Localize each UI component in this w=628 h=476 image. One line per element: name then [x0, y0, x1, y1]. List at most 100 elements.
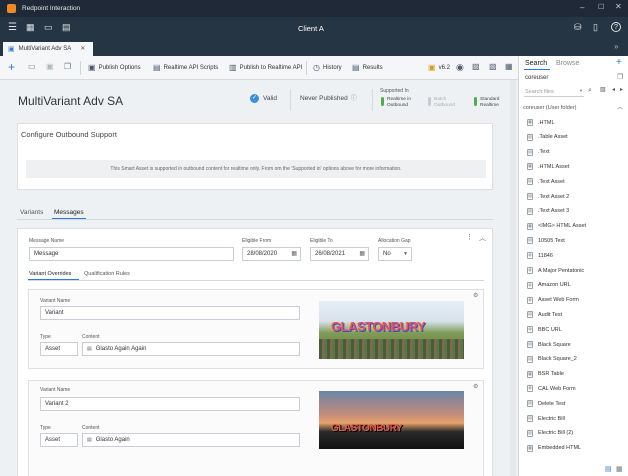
file-list-item[interactable]: ▤ .Text Asset [527, 178, 565, 186]
variant-name-input[interactable]: Variant 2 [40, 397, 300, 411]
file-list-item[interactable]: ▤ Black Square_2 [527, 355, 577, 363]
file-list-item-label: <IMG> HTML Asset [538, 223, 587, 230]
tile-view-icon[interactable]: ▦ [616, 466, 623, 473]
history-button[interactable]: ◷ History [313, 62, 342, 74]
file-list-item[interactable]: ▦ <IMG> HTML Asset [527, 222, 587, 230]
file-list-item[interactable]: ◍ Asset Web Form [527, 296, 579, 304]
search-icon[interactable]: ⌕ [588, 87, 592, 94]
content-picker[interactable]: ▤ Glasto Again Again [82, 342, 300, 356]
publish-to-realtime-api-label: Publish to Realtime API [239, 65, 303, 71]
close-icon[interactable]: ✕ [615, 3, 622, 11]
content-picker[interactable]: ▤ Glasto Again [82, 433, 300, 447]
forward-icon[interactable]: ▸ [620, 87, 623, 93]
minimize-icon[interactable]: – [580, 4, 584, 12]
results-button[interactable]: ▤ Results [352, 62, 383, 74]
file-list-item[interactable]: ▦ .HTML Asset [527, 163, 569, 171]
notifications-icon[interactable]: ⛁ [574, 23, 582, 32]
subtab-qualification-rules[interactable]: Qualification Rules [84, 271, 130, 277]
share-icon[interactable]: ▨ [472, 63, 480, 71]
allocation-gap-select[interactable]: No ▼ [378, 247, 412, 261]
grid-view-icon[interactable]: ▦ [505, 63, 513, 71]
message-name-input[interactable]: Message [29, 247, 234, 261]
file-list-item[interactable]: ▤ Black Square [527, 341, 571, 348]
tab-multivariant[interactable]: ▣ MultiVariant Adv SA ✕ [3, 42, 93, 56]
file-list-item[interactable]: ▦ Embedded HTML [527, 444, 582, 452]
configure-notice-text: This Smart Asset is supported in outboun… [110, 166, 402, 172]
file-list-item[interactable]: ▤ Electric Bill [527, 415, 565, 422]
file-list-item[interactable]: ◍ A Major Pentatonic [527, 267, 584, 274]
variant-name-input[interactable]: Variant [40, 306, 300, 320]
info-icon[interactable]: ⓘ [351, 96, 357, 102]
file-list-item[interactable]: ▤ .Text Asset 2 [527, 193, 569, 200]
search-files-input[interactable]: Search files ▼ [524, 86, 584, 97]
settings-icon[interactable]: ⚙ [473, 384, 478, 390]
type-select[interactable]: Asset [40, 342, 78, 356]
tab-search[interactable]: Search [525, 60, 547, 67]
export-icon[interactable]: ▧ [489, 63, 497, 71]
file-list-item[interactable]: ▦ BSR Table [527, 370, 564, 378]
settings-icon[interactable]: ⚙ [473, 293, 478, 299]
supported-batch-outbound[interactable]: Batch Outbound [428, 97, 462, 109]
content-scrollbar[interactable] [510, 80, 516, 476]
file-list-item[interactable]: ▤ .Text Asset 3 [527, 207, 569, 215]
menu-icon[interactable]: ☰ [8, 23, 17, 33]
realtime-api-scripts-button[interactable]: ▤ Realtime API Scripts [153, 62, 218, 74]
type-label: Type [40, 334, 51, 340]
calendar-icon[interactable]: ▦ [291, 251, 297, 257]
calendar-icon[interactable]: ▦ [359, 251, 365, 257]
file-list-item[interactable]: ◍ 11846 [527, 252, 553, 260]
preview-eye-icon[interactable]: ◉ [456, 63, 464, 72]
add-icon[interactable]: + [616, 58, 622, 68]
chevron-up-icon: ︿ [616, 105, 623, 111]
supported-in-label: Supported In [380, 88, 409, 94]
collapse-icon[interactable]: ︿ [479, 235, 486, 242]
search-tab-underline [524, 69, 550, 70]
publish-to-realtime-api-button[interactable]: ▥ Publish to Realtime API [229, 62, 302, 74]
supported-standard-realtime[interactable]: Standard Realtime [474, 97, 508, 109]
type-select[interactable]: Asset [40, 433, 78, 447]
open-folder-icon[interactable]: ▭ [28, 63, 36, 71]
tab-variants[interactable]: Variants [20, 209, 43, 216]
list-view-icon[interactable]: ▤ [605, 466, 612, 473]
filter-icon[interactable]: ▧ [600, 87, 606, 93]
copy-icon[interactable]: ❐ [617, 74, 623, 81]
file-list-item[interactable]: ▤ Delete Test [527, 400, 565, 408]
supported-realtime-outbound[interactable]: Realtime in Outbound [381, 97, 417, 109]
publish-options-button[interactable]: ▣ Publish Options [88, 62, 141, 74]
file-list-item[interactable]: ▤ Audit Test [527, 311, 562, 319]
file-list-item[interactable]: ▦ .HTML [527, 119, 555, 126]
add-icon[interactable]: + [8, 61, 15, 73]
file-list-item-label: Embedded HTML [538, 445, 582, 452]
maximize-icon[interactable]: ☐ [598, 4, 604, 11]
file-list-item[interactable]: ▤ Electric Bill (2) [527, 429, 573, 437]
file-list-item[interactable]: ◍ CAL Web Form [527, 385, 576, 393]
tab-close-icon[interactable]: ✕ [80, 46, 85, 52]
back-icon[interactable]: ◂ [612, 87, 615, 93]
file-list-item[interactable]: ▤ .Table Asset [527, 133, 568, 141]
help-book-icon[interactable]: ▯ [593, 23, 598, 32]
file-list-item[interactable]: ◍ Amazon URL [527, 281, 571, 289]
tab-browse[interactable]: Browse [556, 60, 579, 67]
valid-label: Valid [263, 95, 277, 102]
tab-messages[interactable]: Messages [54, 209, 84, 216]
eligible-to-input[interactable]: 26/08/2021 ▦ [310, 247, 369, 261]
file-icon: ▤ [527, 341, 533, 348]
help-icon[interactable]: ? [611, 22, 621, 32]
file-list-item[interactable]: ▤ .Text [527, 148, 550, 156]
version-badge[interactable]: ▣ v6.2 [428, 62, 450, 74]
toolbar: + ▭ ▣ ❐ ▣ Publish Options ▤ Realtime API S… [0, 56, 518, 80]
copy-icon[interactable]: ❐ [64, 63, 71, 71]
variant-card: Variant Name Variant 2 Type Asset Conten… [28, 380, 484, 476]
eligible-from-input[interactable]: 28/08/2020 ▦ [242, 247, 301, 261]
file-list-item-label: CAL Web Form [538, 385, 576, 392]
subtab-variant-overrides[interactable]: Variant Overrides [29, 271, 71, 277]
folder-open-icon[interactable]: ▭ [44, 23, 53, 32]
folder-header[interactable]: coreuser (User folder) ︿ [523, 103, 623, 113]
more-options-icon[interactable]: ⋮ [466, 234, 473, 241]
document-icon[interactable]: ▤ [62, 23, 71, 32]
file-list-item[interactable]: ◍ BBC URL [527, 326, 562, 334]
file-list-item[interactable]: ▤ 10505 Text [527, 237, 565, 245]
dashboard-icon[interactable]: ▦ [26, 23, 35, 32]
save-icon[interactable]: ▣ [46, 63, 54, 71]
expand-panel-icon[interactable]: » [614, 43, 618, 51]
